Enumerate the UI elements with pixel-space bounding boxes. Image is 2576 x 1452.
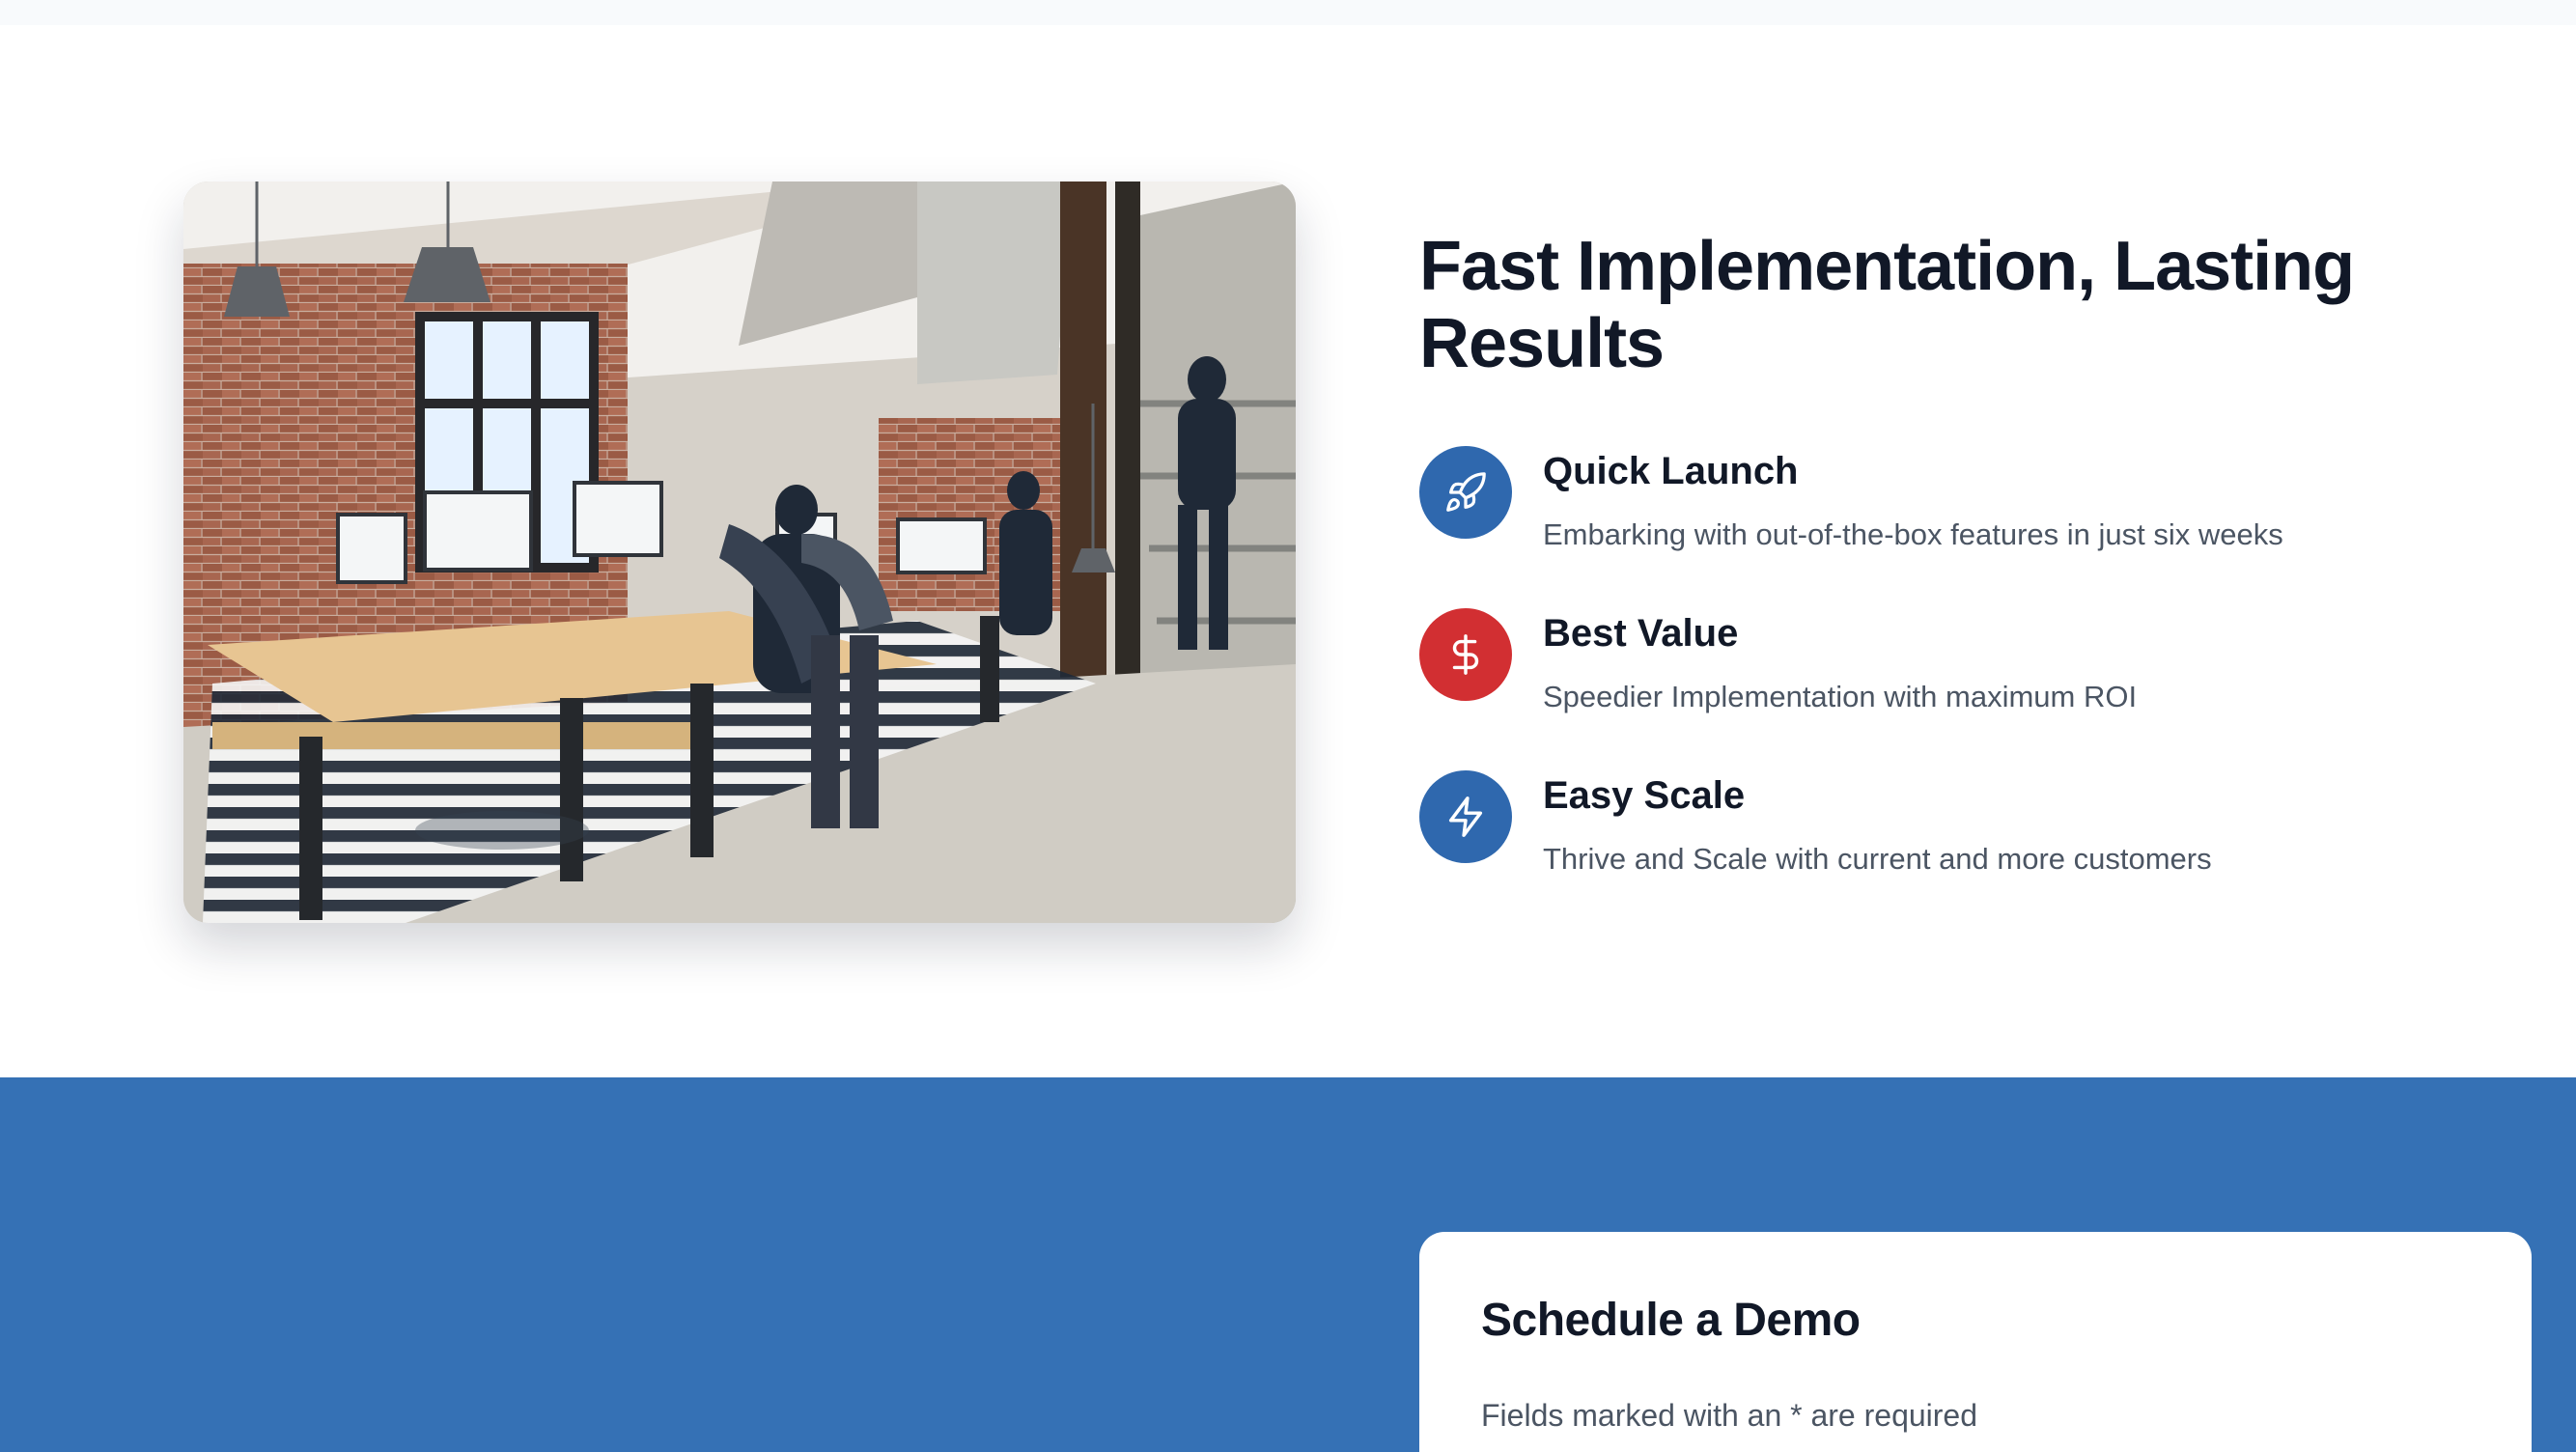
feature-description: Speedier Implementation with maximum ROI xyxy=(1543,680,2138,713)
feature-title: Easy Scale xyxy=(1543,774,1746,817)
dollar-icon xyxy=(1419,608,1512,701)
demo-section: Schedule a Demo Fields marked with an * … xyxy=(0,1077,2576,1452)
lightning-icon xyxy=(1419,770,1512,863)
demo-form-card: Schedule a Demo Fields marked with an * … xyxy=(1419,1232,2532,1452)
feature-item-quick-launch: Quick Launch Embarking with out-of-the-b… xyxy=(1419,446,2481,608)
top-strip xyxy=(0,0,2576,25)
feature-description: Thrive and Scale with current and more c… xyxy=(1543,842,2212,876)
feature-item-easy-scale: Easy Scale Thrive and Scale with current… xyxy=(1419,770,2481,933)
rocket-icon xyxy=(1419,446,1512,539)
required-fields-note: Fields marked with an * are required xyxy=(1481,1398,1978,1433)
feature-content: Fast Implementation, Lasting Results Qui… xyxy=(1419,228,2481,933)
feature-item-best-value: Best Value Speedier Implementation with … xyxy=(1419,608,2481,770)
feature-description: Embarking with out-of-the-box features i… xyxy=(1543,517,2283,551)
office-photo-illustration xyxy=(183,182,1296,923)
demo-form-title: Schedule a Demo xyxy=(1481,1295,1861,1346)
feature-title: Quick Launch xyxy=(1543,450,1799,492)
section-heading: Fast Implementation, Lasting Results xyxy=(1419,228,2355,382)
feature-section: Fast Implementation, Lasting Results Qui… xyxy=(0,25,2576,1077)
feature-title: Best Value xyxy=(1543,612,1739,655)
feature-list: Quick Launch Embarking with out-of-the-b… xyxy=(1419,446,2481,933)
office-photo xyxy=(183,182,1296,923)
